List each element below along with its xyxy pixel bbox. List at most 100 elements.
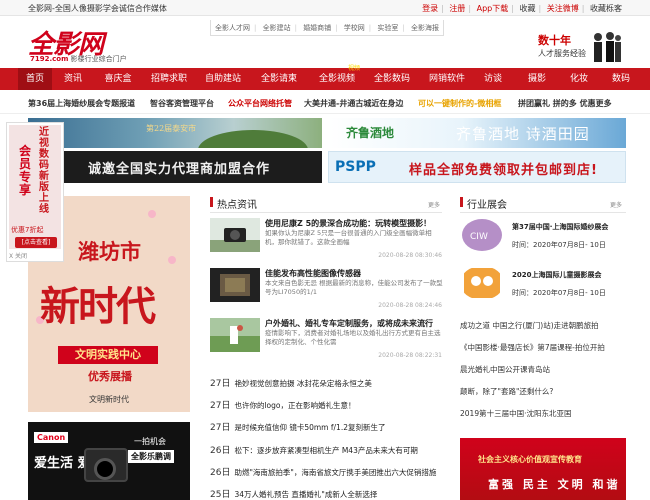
banner-pspp[interactable]: PSPP 样品全部免费领取并包邮到店! — [328, 151, 626, 183]
expo-link[interactable]: 2019第十三届中国·沈阳东北亚国 — [460, 408, 626, 419]
kids-expo-logo — [464, 268, 500, 298]
canon-logo: Canon — [34, 432, 69, 443]
nav-makeup[interactable]: 化妆 — [564, 68, 594, 90]
expo-item-title[interactable]: 第37届中国·上海国际婚纱展会 — [512, 222, 608, 232]
nav-interviews[interactable]: 访谈 — [478, 68, 508, 90]
banner-pspp-text: 样品全部免费领取并包邮到店! — [409, 163, 598, 178]
ad-city-name: 潍坊市 — [78, 239, 141, 264]
news-date: 2020-08-28 08:24:46 — [378, 302, 442, 309]
news-list-item[interactable]: 26日 助燃"海南旅拍季"，海南省旅文厅携手美团推出六大促销措施 — [210, 465, 442, 477]
expo-link[interactable]: 成功之道 中国之行(厦门)站)走进朝鹏旅拍 — [460, 320, 626, 331]
quicklink-shop[interactable]: 婚婚商铺 — [303, 24, 331, 32]
nav-news[interactable]: 资讯 — [58, 68, 88, 90]
nav-new-badge: 视频 — [347, 65, 360, 72]
floating-ad-member: 会员专享 — [19, 144, 32, 197]
expo-title: 行业展会 — [460, 196, 626, 211]
site-logo[interactable]: 全影网 7192.com 影楼行业综合门户 — [28, 24, 138, 64]
nav-site-builder[interactable]: 自助建站 — [200, 68, 246, 90]
nav-sales-software[interactable]: 网销软件 — [424, 68, 470, 90]
news-date: 2020-08-28 08:22:31 — [378, 352, 442, 359]
news-item[interactable]: 使用尼康Z 5的景深合成功能：玩转模型摄影！ 如果你认为尼康Z 5只是一台很普通… — [210, 218, 442, 270]
expo-item[interactable]: 2020上海国际儿童摄影展会 时间：2020年07月8日- 10日 — [460, 266, 626, 306]
news-title[interactable]: 使用尼康Z 5的景深合成功能：玩转模型摄影！ — [265, 218, 443, 229]
quicklink-school[interactable]: 学校网 — [344, 24, 365, 32]
news-title[interactable]: 户外婚礼、婚礼专车定制服务，或将成未来流行 — [265, 318, 443, 329]
banner-agent-recruit[interactable]: 诚邀全国实力代理商加盟合作 — [28, 151, 322, 183]
expo-item[interactable]: CIW 第37届中国·上海国际婚纱展会 时间：2020年07月8日- 10日 — [460, 218, 626, 258]
news-desc: 本文来自色影无忌 根据最新的消息称，佳能公司发布了一款型号为LI7050的1/1 — [265, 279, 443, 296]
promo-link-crm[interactable]: 智谷客资管理平台 — [150, 98, 214, 109]
ad-plate-sub: 优秀展播 — [88, 370, 132, 383]
blossom-decoration — [168, 256, 176, 264]
expo-link[interactable]: 颠断，除了"套路"还剩什么? — [460, 386, 626, 397]
nav-gift-box[interactable]: 喜庆盒 — [98, 68, 138, 90]
nav-jobs[interactable]: 招聘求职 — [146, 68, 192, 90]
banner-qilu-text: 齐鲁酒地 诗酒田园 — [456, 125, 590, 143]
ad-plate: 文明实践中心 — [58, 346, 158, 364]
news-title[interactable]: 佳能发布高性能图像传感器 — [265, 268, 443, 279]
promo-link-ancient-town[interactable]: 大美井通-井通古城近在身边 — [304, 98, 403, 109]
nav-digital[interactable]: 全影数码 — [368, 68, 416, 90]
banner-taian[interactable]: 第22届泰安市 — [28, 118, 322, 148]
core-values-ad[interactable]: 社会主义核心价值观宣传教育 富强 民主 文明 和谐 — [460, 438, 626, 500]
quicklink-lab[interactable]: 实验室 — [377, 24, 398, 32]
news-list-item[interactable]: 27日 是时候充值信仰 镜卡50mm f/1.2复刻新生了 — [210, 420, 442, 432]
app-download-link[interactable]: App下载 — [477, 4, 509, 13]
hot-news-more-link[interactable]: 更多 — [428, 200, 440, 209]
nav-video[interactable]: 全影视频 视频 — [310, 65, 364, 90]
promo-link-group-buy[interactable]: 拼团赢礼 拼的多 优惠更多 — [518, 98, 612, 109]
quicklink-talent[interactable]: 全影人才网 — [215, 24, 250, 32]
floating-ad-view-button[interactable]: [点击查看] — [15, 237, 57, 248]
promo-link-photo-frame[interactable]: 可以一键制作的-微相框 — [418, 98, 501, 109]
expo-item-date: 时间：2020年07月8日- 10日 — [512, 241, 606, 249]
quick-links: 全影人才网 | 全影建站 | 婚婚商铺 | 学校网 | 实验室 | 全影海报 — [210, 20, 444, 36]
mountain-image — [198, 130, 308, 148]
news-list-item[interactable]: 27日 也许你的logo，正在影响婚礼生意！ — [210, 398, 442, 410]
people-icon — [594, 32, 621, 62]
floating-ad-body: 近视数码新版上线 会员专享 优惠7折起 [点击查看] — [9, 125, 61, 249]
quicklink-poster[interactable]: 全影海报 — [411, 24, 439, 32]
news-item[interactable]: 户外婚礼、婚礼专车定制服务，或将成未来流行 疫情影响下，消费者对婚礼场地以及婚礼… — [210, 318, 442, 370]
bookmark-link[interactable]: 收藏 — [520, 4, 536, 13]
nav-home[interactable]: 首页 — [18, 68, 52, 90]
banner-taian-text: 第22届泰安市 — [146, 124, 197, 133]
logo-subtitle: 7192.com 影楼行业综合门户 — [30, 55, 127, 63]
promo-link-shanghai-expo[interactable]: 第36届上海婚纱展会专题报道 — [28, 98, 135, 109]
favorite-link[interactable]: 收藏栎客 — [590, 4, 622, 13]
promo-link-wechat[interactable]: 公众平台网络托管 — [228, 98, 292, 109]
follow-weibo-link[interactable]: 关注微博 — [547, 4, 579, 13]
floating-member-ad[interactable]: 近视数码新版上线 会员专享 优惠7折起 [点击查看] X 关闭 — [6, 122, 64, 262]
wedding-thumbnail — [210, 318, 260, 352]
floating-ad-discount: 优惠7折起 — [11, 226, 44, 234]
hr-service-ad[interactable]: 数十年 人才服务经验 — [534, 24, 624, 64]
left-ad-caption[interactable]: 文明新时代 — [28, 394, 190, 405]
ad-headline: 新时代 — [40, 283, 156, 330]
expo-link[interactable]: 《中国影楼·最强店长》第7届课程-拍位开拍 — [460, 342, 626, 353]
news-list-item[interactable]: 25日 34万人婚礼预告 直播婚礼"成新人全新选择 — [210, 487, 442, 499]
top-utility-bar: 全影网-全国人像摄影学会诚信合作媒体 登录 | 注册 | App下载 | 收藏 | 关注… — [0, 0, 650, 16]
expo-link[interactable]: 晨光婚礼中国公开课青岛站 — [460, 364, 626, 375]
canon-ad[interactable]: Canon 爱生活 爱摄影 一拍机会 全影乐鹏调 — [28, 422, 190, 500]
nav-photography[interactable]: 摄影 — [522, 68, 552, 90]
floating-ad-heading: 近视数码新版上线 — [39, 127, 49, 215]
main-nav: 首页 资讯 喜庆盒 招聘求职 自助建站 全影请柬 全影视频 视频 全影数码 网销软… — [0, 65, 650, 90]
expo-item-title[interactable]: 2020上海国际儿童摄影展会 — [512, 270, 601, 280]
svg-text:CIW: CIW — [470, 232, 488, 242]
expo-item-date: 时间：2020年07月8日- 10日 — [512, 289, 606, 297]
nav-camera[interactable]: 数码 — [606, 68, 636, 90]
site-description: 全影网-全国人像摄影学会诚信合作媒体 — [28, 4, 167, 13]
canon-ad-label: 全影乐鹏调 — [128, 450, 174, 463]
banner-qilu[interactable]: 齐鲁酒地 齐鲁酒地 诗酒田园 — [328, 118, 626, 148]
quicklink-site-builder[interactable]: 全影建站 — [263, 24, 291, 32]
register-link[interactable]: 注册 — [449, 4, 465, 13]
expo-more-link[interactable]: 更多 — [610, 200, 622, 209]
news-item[interactable]: 佳能发布高性能图像传感器 本文来自色影无忌 根据最新的消息称，佳能公司发布了一款… — [210, 268, 443, 320]
news-list-item[interactable]: 27日 艳妙视觉创意拍摄 冰封花朵定格永恒之美 — [210, 376, 442, 388]
login-link[interactable]: 登录 — [422, 4, 438, 13]
floating-ad-close-button[interactable]: X 关闭 — [9, 251, 27, 260]
promo-links-bar: 第36届上海婚纱展会专题报道 智谷客资管理平台 公众平台网络托管 大美井通-井通… — [0, 94, 650, 114]
blossom-decoration — [148, 210, 156, 218]
news-list-item[interactable]: 26日 松下：逐步放弃紧凑型相机生产 M43产品未来大有可期 — [210, 443, 442, 455]
banner-pspp-logo: PSPP — [335, 159, 376, 175]
nav-invitations[interactable]: 全影请柬 — [256, 68, 302, 90]
